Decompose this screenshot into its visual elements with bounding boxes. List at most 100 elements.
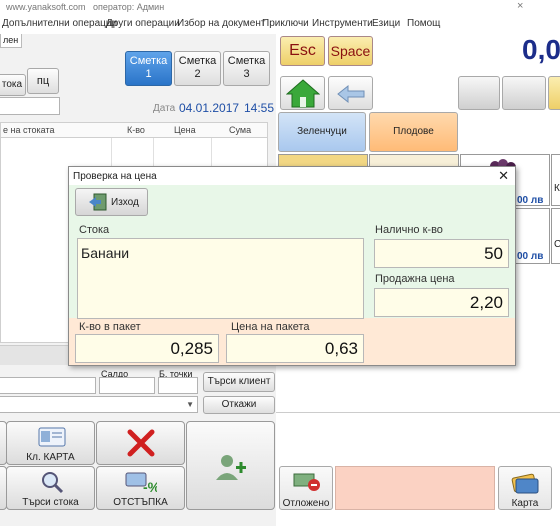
goods-name-value: Банани: [81, 245, 130, 261]
site-name: www.yanaksoft.com: [6, 2, 86, 12]
account-3-button[interactable]: Сметка 3: [223, 51, 270, 86]
back-arrow-icon: [337, 84, 365, 104]
add-client-button[interactable]: [186, 421, 275, 510]
cancel-client-button[interactable]: Откажи: [203, 396, 275, 414]
account-3-title: Сметка: [227, 55, 266, 67]
client-select[interactable]: ▼: [0, 396, 198, 413]
close-icon[interactable]: ×: [517, 0, 523, 12]
product-tile[interactable]: С: [551, 208, 560, 264]
space-button[interactable]: Space: [328, 36, 373, 66]
menu-item-additional-operations[interactable]: Допълнителни операции: [2, 18, 117, 29]
card-payment-button[interactable]: Карта: [498, 466, 552, 510]
date-label: Дата: [153, 103, 176, 114]
dialog-close-icon[interactable]: ✕: [498, 168, 509, 184]
credit-card-icon: [511, 473, 539, 494]
card-payment-label: Карта: [511, 498, 539, 509]
product-tile[interactable]: К: [551, 154, 560, 206]
product-name-fragment: С: [554, 239, 560, 250]
title-bar: www.yanaksoft.com оператор: Админ ×: [0, 0, 560, 14]
saldo-field: [99, 377, 155, 394]
discount-icon: -%: [125, 472, 157, 494]
goods-name-field: Банани: [77, 238, 364, 319]
stock-field: 50: [374, 239, 509, 268]
pc-button[interactable]: пц: [27, 68, 59, 94]
sale-price-label: Продажна цена: [375, 273, 455, 285]
total-display: 0,0: [522, 34, 560, 65]
pack-price-label: Цена на пакета: [231, 321, 310, 333]
sale-price-value: 2,20: [469, 293, 503, 312]
price-check-dialog: Проверка на цена ✕ Изход Стока Банани На…: [68, 166, 516, 366]
menu-item-tools[interactable]: Инструменти: [312, 18, 373, 29]
svg-text:-%: -%: [143, 479, 157, 494]
time-value: 14:55: [244, 101, 275, 115]
pack-price-field: 0,63: [226, 334, 364, 363]
delete-item-button[interactable]: [96, 421, 185, 465]
column-header-price: Цена: [174, 125, 196, 135]
client-input[interactable]: [0, 377, 96, 394]
operator-label: оператор: Админ: [93, 2, 165, 12]
search-goods-label: Търси стока: [22, 497, 79, 508]
add-user-icon: [216, 455, 246, 480]
account-2-button[interactable]: Сметка 2: [174, 51, 221, 86]
bonus-points-field: [158, 377, 198, 394]
pack-qty-field: 0,285: [75, 334, 219, 363]
account-2-number: 2: [194, 68, 201, 80]
category-fruits-tab[interactable]: Плодове: [369, 112, 458, 152]
postpone-label: Отложено: [282, 498, 330, 509]
sale-price-field: 2,20: [374, 288, 509, 317]
exit-button[interactable]: Изход: [75, 188, 148, 216]
client-card-label: Кл. КАРТА: [26, 452, 75, 463]
divider: [276, 412, 560, 413]
category-vegetables-tab[interactable]: Зеленчуци: [278, 112, 366, 152]
discount-label: ОТСТЪПКА: [113, 497, 168, 508]
search-goods-button[interactable]: Търси стока: [6, 466, 95, 510]
exit-label: Изход: [111, 197, 139, 208]
chevron-down-icon: ▼: [186, 400, 194, 409]
amount-panel: [335, 466, 495, 510]
product-price: 00 лв: [517, 195, 544, 206]
nav-button-2[interactable]: [502, 76, 546, 110]
esc-button[interactable]: Esc: [280, 36, 325, 66]
red-x-icon: [127, 429, 155, 457]
search-client-button[interactable]: Търси клиент: [203, 372, 275, 392]
date-value: 04.01.2017: [179, 101, 240, 115]
pack-price-value: 0,63: [324, 339, 358, 358]
back-button[interactable]: [328, 76, 373, 110]
account-1-title: Сметка: [129, 55, 168, 67]
menu-item-finish[interactable]: Приключи: [262, 18, 309, 29]
menu-item-help[interactable]: Помощ: [407, 18, 440, 29]
goods-input[interactable]: [0, 97, 60, 115]
menu-item-choose-document[interactable]: Избор на документ: [177, 18, 265, 29]
stock-value: 50: [484, 244, 503, 263]
menu-bar: Допълнителни операции Други операции Изб…: [0, 14, 560, 34]
account-3-number: 3: [243, 68, 250, 80]
home-icon: [286, 79, 320, 108]
items-table-header: е на стоката К-во Цена Сума: [0, 122, 268, 138]
card-icon: [38, 427, 66, 447]
account-1-button[interactable]: Сметка 1: [125, 51, 172, 86]
postpone-icon: [293, 473, 320, 491]
discount-button[interactable]: -% ОТСТЪПКА: [96, 466, 185, 510]
column-header-name: е на стоката: [3, 125, 55, 135]
stock-label: Налично к-во: [375, 224, 443, 236]
goods-button[interactable]: тока: [0, 74, 26, 96]
exit-door-icon: [89, 193, 107, 211]
home-button[interactable]: [280, 76, 325, 110]
goods-label: Стока: [79, 224, 110, 236]
nav-button-3[interactable]: [548, 76, 560, 110]
menu-item-other-operations[interactable]: Други операции: [106, 18, 180, 29]
product-price: 00 лв: [517, 251, 544, 262]
client-card-button[interactable]: Кл. КАРТА: [6, 421, 95, 465]
search-icon: [42, 472, 64, 494]
account-2-title: Сметка: [178, 55, 217, 67]
nav-button-1[interactable]: [458, 76, 500, 110]
pack-qty-value: 0,285: [170, 339, 213, 358]
account-1-number: 1: [145, 68, 152, 80]
dialog-title-bar: Проверка на цена: [69, 167, 515, 185]
column-header-sum: Сума: [229, 125, 252, 135]
postpone-button[interactable]: Отложено: [279, 466, 333, 510]
column-header-qty: К-во: [127, 125, 145, 135]
menu-item-languages[interactable]: Езици: [372, 18, 400, 29]
pack-qty-label: К-во в пакет: [79, 321, 141, 333]
tab-document[interactable]: лен: [0, 34, 22, 48]
